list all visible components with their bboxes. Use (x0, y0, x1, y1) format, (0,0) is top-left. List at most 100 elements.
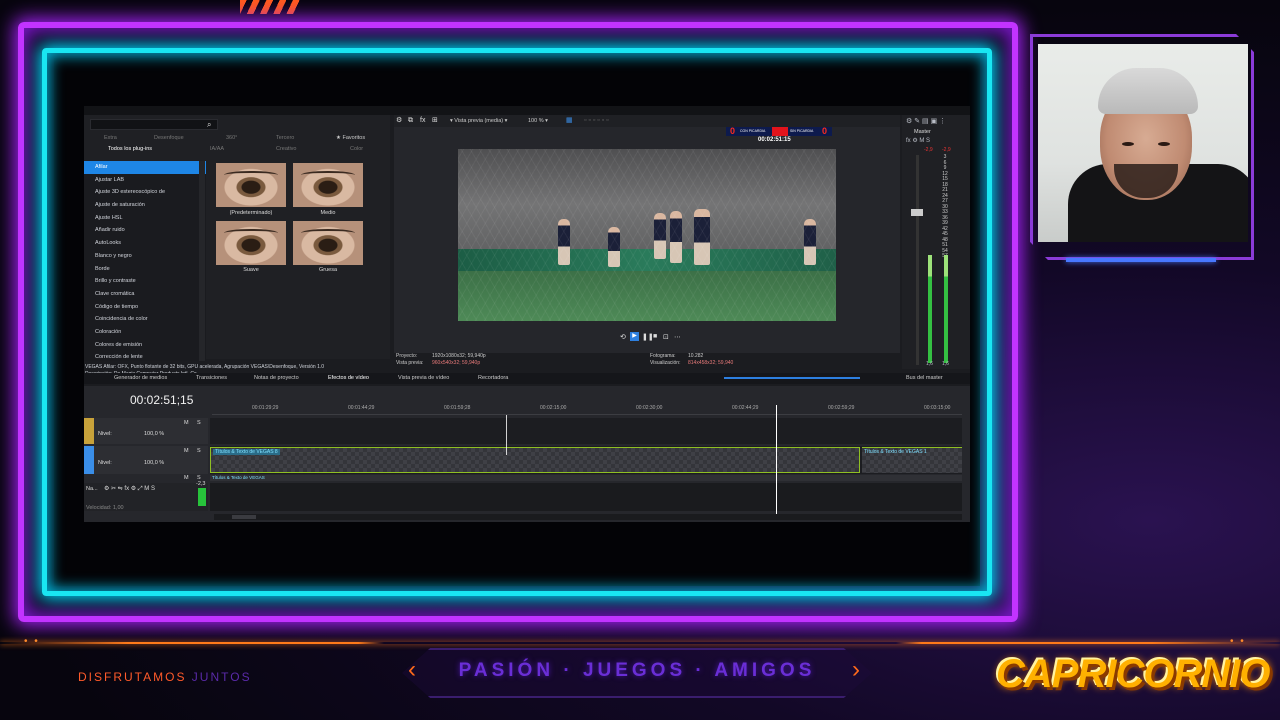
plugin-item[interactable]: Ajustar LAB (84, 174, 206, 187)
timeline-ruler[interactable]: 00:01:29;29 00:01:44;29 00:01:59;28 00:0… (212, 405, 962, 415)
timeline-scrollbar-thumb[interactable] (232, 515, 256, 519)
category-tercero[interactable]: Tercero (276, 135, 294, 141)
plugin-item[interactable]: Brillo y contraste (84, 275, 206, 288)
category-color[interactable]: Color (350, 146, 363, 152)
track-level-label: Nivel: (98, 460, 112, 466)
plugin-item[interactable]: Blanco y negro (84, 250, 206, 263)
plugin-item[interactable]: Ajuste 3D estereoscópico de (84, 186, 206, 199)
preset-label: (Predeterminado) (229, 210, 273, 216)
plugin-list-scrollbar[interactable] (199, 161, 205, 361)
video-track-2-lane[interactable]: Títulos & Texto de VEGAS 8 Títulos & Tex… (210, 446, 962, 474)
plugin-item[interactable]: Borde (84, 263, 206, 276)
timeline-clip[interactable]: Títulos & Texto de VEGAS 1 (862, 447, 962, 473)
timeline-clip[interactable]: Títulos & Texto de VEGAS 8 (210, 447, 860, 473)
master-label: Master (914, 129, 931, 135)
channel-logo: CAPRICORNIO (996, 652, 1270, 696)
preset-thumb-suave[interactable] (216, 221, 286, 265)
tab-master-bus[interactable]: Bus del master (906, 373, 943, 384)
track-level-value[interactable]: 100,0 % (144, 431, 164, 437)
mute-button[interactable]: M (184, 420, 189, 426)
video-frame[interactable] (458, 149, 836, 321)
mute-button[interactable]: M (184, 448, 189, 454)
timeline-scrollbar[interactable] (214, 514, 962, 520)
preset-thumb-medio[interactable] (293, 163, 363, 207)
toolbar-icons[interactable]: ▫ ▫ ▫ ▫ ▫ ▫ (584, 115, 609, 127)
category-creativo[interactable]: Creativo (276, 146, 296, 152)
stop-button[interactable]: ■ (653, 333, 657, 340)
plugin-item[interactable]: AutoLooks (84, 237, 206, 250)
team-home: CON PICARDIA (740, 129, 766, 133)
plugin-item[interactable]: Corrección de lente (84, 351, 206, 364)
edit-cursor (506, 415, 507, 455)
search-icon[interactable]: ⌕ (207, 120, 211, 130)
tab-video-fx[interactable]: Efectos de vídeo (328, 373, 369, 384)
plugin-categories: Extra Desenfoque 360° Tercero ★ Favorito… (84, 135, 390, 157)
video-track-1-header[interactable]: Nivel: 100,0 % M S (84, 418, 208, 444)
record-icon[interactable]: ⊡ (663, 333, 669, 341)
video-track-1-lane[interactable] (210, 418, 962, 444)
tab-trimmer[interactable]: Recortadora (478, 373, 508, 384)
plugin-item[interactable]: Clave cromática (84, 288, 206, 301)
level-left: 1,6 (926, 361, 933, 367)
plugin-item[interactable]: Coloración (84, 326, 206, 339)
more-icon[interactable]: ⋯ (674, 333, 681, 341)
bottom-neon-line (0, 642, 1280, 644)
pause-button[interactable]: ❚❚ (642, 333, 654, 341)
category-ia[interactable]: IA/AA (210, 146, 224, 152)
plugin-item[interactable]: Añadir ruido (84, 224, 206, 237)
copy-icon[interactable]: ⧉ (408, 115, 413, 127)
loop-icon[interactable]: ⟲ (620, 333, 626, 341)
audio-track-icons[interactable]: ⚙ ✂ ⇋ fx ⚙ ⤢ M S (104, 485, 155, 493)
plugin-item[interactable]: Colores de emisión (84, 339, 206, 352)
mute-button[interactable]: M (184, 475, 189, 481)
video-track-2-header[interactable]: Nivel: 100,0 % M S (84, 446, 208, 474)
category-favoritos[interactable]: ★ Favoritos (336, 135, 365, 141)
split-icon[interactable]: ⊞ (432, 115, 438, 127)
slogan: PASIÓN · JUEGOS · AMIGOS (458, 660, 816, 681)
video-track-3-lane[interactable]: Títulos & Texto de VEGAS (210, 475, 962, 481)
preset-thumb-gruesa[interactable] (293, 221, 363, 265)
solo-button[interactable]: S (197, 448, 201, 454)
tab-video-preview[interactable]: Vista previa de vídeo (398, 373, 449, 384)
category-extra[interactable]: Extra (104, 135, 117, 141)
plugin-item[interactable]: Ajuste de saturación (84, 199, 206, 212)
score-away: 0 (822, 126, 828, 136)
tagline: DISFRUTAMOS JUNTOS (78, 670, 252, 684)
category-all[interactable]: Todos los plug-ins (108, 146, 152, 152)
zoom-select[interactable]: 100 % ▾ (528, 115, 548, 127)
audio-track-name[interactable]: Na... (86, 486, 98, 492)
master-track-icons[interactable]: fx ⚙ M S (906, 137, 930, 144)
info-label: Vista previa: (396, 360, 424, 366)
tagline-word-1: DISFRUTAMOS (78, 670, 187, 684)
timeline-panel: 00:02:51;15 00:01:29;29 00:01:44;29 00:0… (84, 386, 970, 522)
category-desenfoque[interactable]: Desenfoque (154, 135, 184, 141)
audio-track-header[interactable]: Na... ⚙ ✂ ⇋ fx ⚙ ⤢ M S -2,3 Velocidad: 1… (84, 481, 208, 511)
playhead[interactable] (776, 405, 777, 515)
master-fader-knob[interactable] (911, 209, 923, 216)
plugin-item[interactable]: Código de tiempo (84, 301, 206, 314)
clip-label: Títulos & Texto de VEGAS 1 (864, 449, 927, 455)
preset-thumb-default[interactable] (216, 163, 286, 207)
scoreboard-time: 00:02:51:15 (758, 137, 791, 143)
solo-button[interactable]: S (197, 420, 201, 426)
tab-project-notes[interactable]: Notas de proyecto (254, 373, 299, 384)
track-level-value[interactable]: 100,0 % (144, 460, 164, 466)
master-toolbar-icons[interactable]: ⚙ ✎ ▤ ▣ ⋮ (906, 117, 946, 125)
play-button[interactable]: ▶ (630, 332, 639, 341)
plugin-search-input[interactable] (90, 119, 218, 130)
fx-icon[interactable]: fx (420, 115, 425, 127)
tab-media-generators[interactable]: Generador de medios (114, 373, 167, 384)
master-fader-track[interactable] (916, 155, 919, 365)
webcam-feed (1038, 44, 1248, 242)
plugin-item[interactable]: Coincidencia de color (84, 313, 206, 326)
tab-transitions[interactable]: Transiciones (196, 373, 227, 384)
info-label: Fotograma: (650, 353, 676, 359)
gear-icon[interactable]: ⚙ (396, 115, 402, 127)
preview-quality-select[interactable]: ▾ Vista previa (media) ▾ (450, 115, 507, 127)
master-bus-panel: ⚙ ✎ ▤ ▣ ⋮ Master fx ⚙ M S -2,9 -2,9 3691… (902, 115, 970, 369)
audio-track-lane[interactable] (210, 483, 962, 511)
plugin-item[interactable]: Afilar (84, 161, 206, 174)
category-360[interactable]: 360° (226, 135, 237, 141)
grid-icon[interactable]: ▦ (566, 115, 573, 127)
plugin-item[interactable]: Ajuste HSL (84, 212, 206, 225)
